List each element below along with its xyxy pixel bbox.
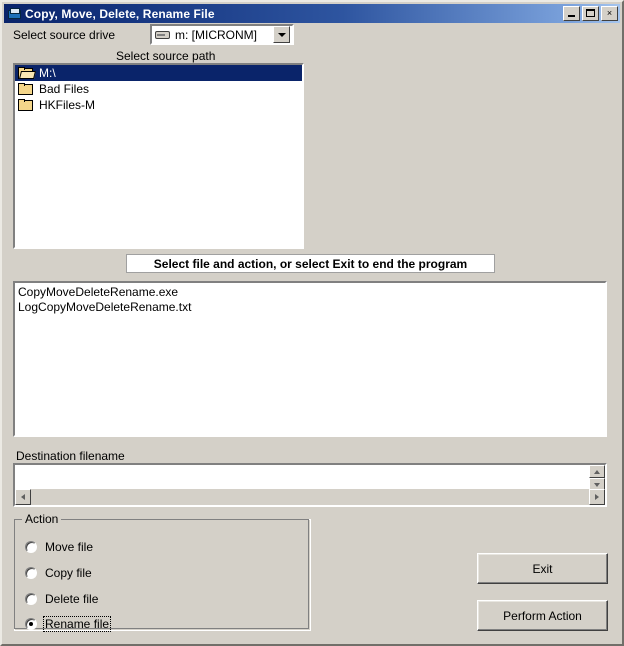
- window-title: Copy, Move, Delete, Rename File: [25, 6, 215, 21]
- radio-delete-file[interactable]: Delete file: [25, 591, 100, 607]
- radio-icon-selected: [25, 618, 37, 630]
- radio-label: Copy file: [45, 566, 92, 580]
- app-icon: [6, 6, 22, 21]
- arrow-right-icon: [595, 494, 599, 500]
- tree-item-label: M:\: [39, 66, 56, 80]
- close-icon: ×: [606, 8, 613, 18]
- file-listbox[interactable]: CopyMoveDeleteRename.exe LogCopyMoveDele…: [13, 281, 607, 437]
- maximize-icon: [586, 9, 595, 17]
- exit-button[interactable]: Exit: [477, 553, 608, 584]
- radio-icon: [25, 593, 37, 605]
- list-item[interactable]: CopyMoveDeleteRename.exe: [17, 285, 605, 300]
- destination-filename-label: Destination filename: [16, 449, 125, 463]
- destination-horizontal-scrollbar[interactable]: [15, 489, 605, 505]
- application-window: Copy, Move, Delete, Rename File × Select…: [0, 0, 624, 646]
- folder-icon: [18, 82, 35, 96]
- drive-icon: [155, 29, 171, 40]
- minimize-button[interactable]: [563, 6, 580, 21]
- tree-item-label: Bad Files: [39, 82, 90, 96]
- destination-filename-container: [13, 463, 607, 507]
- radio-icon: [25, 567, 37, 579]
- perform-action-button[interactable]: Perform Action: [477, 600, 608, 631]
- radio-rename-file[interactable]: Rename file: [25, 616, 112, 632]
- title-bar[interactable]: Copy, Move, Delete, Rename File ×: [4, 4, 620, 23]
- source-drive-combobox[interactable]: m: [MICRONM]: [150, 24, 294, 45]
- source-path-treeview[interactable]: M:\ Bad Files HKFiles-M: [13, 63, 304, 249]
- close-button[interactable]: ×: [601, 6, 618, 21]
- destination-filename-input[interactable]: [15, 465, 589, 490]
- radio-copy-file[interactable]: Copy file: [25, 565, 94, 581]
- scroll-up-button[interactable]: [589, 465, 605, 478]
- radio-label: Rename file: [43, 616, 112, 632]
- scroll-left-button[interactable]: [15, 489, 31, 505]
- action-groupbox-title: Action: [22, 512, 62, 526]
- select-source-drive-label: Select source drive: [13, 28, 116, 42]
- destination-vertical-scrollbar[interactable]: [589, 465, 605, 491]
- radio-label: Move file: [45, 540, 94, 554]
- folder-open-icon: [18, 66, 36, 80]
- maximize-button[interactable]: [582, 6, 599, 21]
- status-message: Select file and action, or select Exit t…: [126, 254, 495, 273]
- tree-item-bad-files[interactable]: Bad Files: [15, 81, 302, 97]
- arrow-down-icon: [594, 482, 600, 487]
- select-source-path-label: Select source path: [116, 49, 216, 63]
- radio-move-file[interactable]: Move file: [25, 539, 95, 555]
- list-item[interactable]: LogCopyMoveDeleteRename.txt: [17, 300, 605, 315]
- action-groupbox: Action Move file Copy file Delete file R…: [14, 512, 311, 632]
- scroll-right-button[interactable]: [589, 489, 605, 505]
- source-drive-value: m: [MICRONM]: [175, 27, 257, 42]
- radio-label: Delete file: [45, 592, 99, 606]
- tree-item-root[interactable]: M:\: [15, 65, 302, 81]
- folder-icon: [18, 98, 35, 112]
- chevron-down-icon: [277, 32, 286, 37]
- minimize-icon: [568, 15, 575, 17]
- arrow-left-icon: [21, 494, 25, 500]
- arrow-up-icon: [594, 469, 600, 474]
- radio-icon: [25, 541, 37, 553]
- tree-item-hkfiles-m[interactable]: HKFiles-M: [15, 97, 302, 113]
- source-drive-dropdown-button[interactable]: [273, 26, 290, 43]
- tree-item-label: HKFiles-M: [39, 98, 95, 112]
